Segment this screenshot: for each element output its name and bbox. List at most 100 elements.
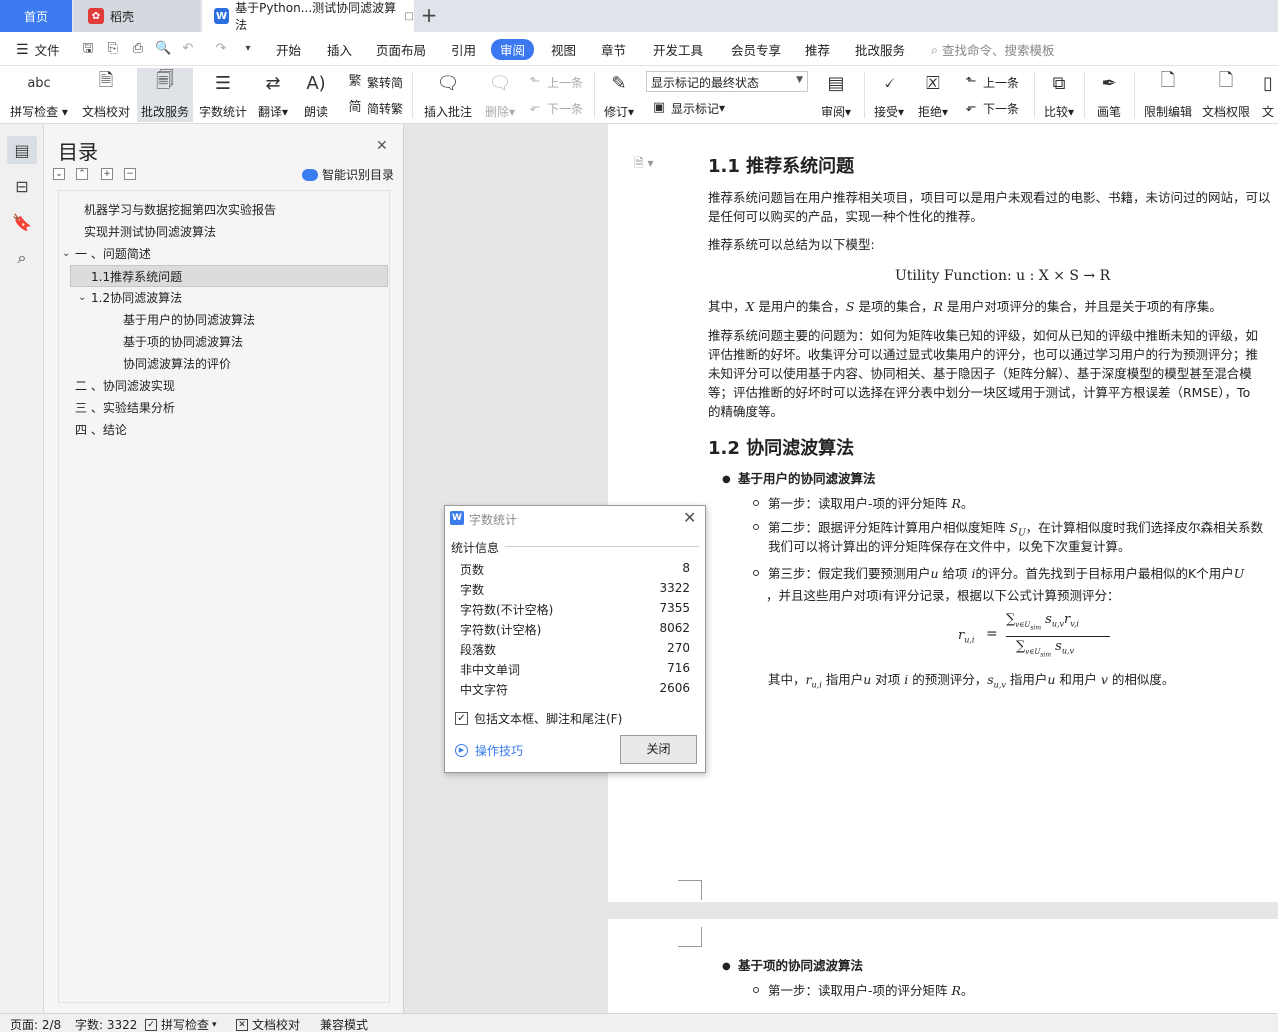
prev-change-button[interactable]: ⬑ 上一条 xyxy=(962,72,1019,92)
prev-comment-button[interactable]: ⬑ 上一条 xyxy=(526,72,583,92)
menu-references[interactable]: 引用 xyxy=(451,40,476,59)
remove-heading-icon[interactable]: − xyxy=(124,168,136,180)
toc-item[interactable]: 基于用户的协同滤波算法 xyxy=(123,309,255,331)
toc-panel-icon[interactable]: ▤ xyxy=(7,136,37,164)
insert-comment-icon: 🗨 xyxy=(436,72,460,94)
collapse-all-icon[interactable]: ⌃ xyxy=(76,168,88,180)
print-icon[interactable]: ⎙ xyxy=(130,41,146,57)
daoke-logo-icon: ✿ xyxy=(88,8,104,24)
doc-permission-button[interactable]: 🗋 文档权限 xyxy=(1198,68,1254,122)
bullet-circle xyxy=(753,570,759,576)
translate-button[interactable]: ⇄ 翻译▾ xyxy=(255,68,291,122)
show-markup-button[interactable]: ▣ 显示标记 ▾ xyxy=(650,98,725,118)
page-corner-mark xyxy=(678,880,702,900)
toc-item[interactable]: 基于项的协同滤波算法 xyxy=(123,331,243,353)
menu-recommend[interactable]: 推荐 xyxy=(805,40,830,59)
read-aloud-button[interactable]: A) 朗读 xyxy=(298,68,334,122)
tab-daoke-label: 稻壳 xyxy=(110,9,135,24)
restrict-edit-button[interactable]: 🗋 限制编辑 xyxy=(1140,68,1196,122)
tab-daoke[interactable]: ✿ 稻壳 xyxy=(74,0,200,32)
divider xyxy=(505,546,699,547)
accept-button[interactable]: 🗸 接受▾ xyxy=(870,68,908,122)
include-footnotes-checkbox[interactable]: ✓ 包括文本框、脚注和尾注(F) xyxy=(455,710,622,727)
menu-file[interactable]: ☰ 文件 xyxy=(16,40,60,59)
expand-all-icon[interactable]: ⌄ xyxy=(53,168,65,180)
chevron-down-icon[interactable]: ⌄ xyxy=(62,248,70,259)
ribbon-separator xyxy=(1034,72,1035,118)
paragraph-style-icon[interactable]: 🗎 ▾ xyxy=(634,154,654,175)
markup-state-select[interactable]: 显示标记的最终状态 ▼ xyxy=(646,71,808,92)
tab-document[interactable]: W 基于Python...测试协同滤波算法 □ xyxy=(202,0,414,32)
word-count-icon: ☰ xyxy=(214,72,232,94)
doc-more-button[interactable]: ▯ 文 xyxy=(1258,68,1278,122)
menu-insert[interactable]: 插入 xyxy=(327,40,352,59)
insert-comment-button[interactable]: 🗨 插入批注 xyxy=(420,68,476,122)
toc-item[interactable]: 四 、结论 xyxy=(75,419,127,441)
reject-button[interactable]: 🗵 拒绝▾ xyxy=(914,68,952,122)
search-icon: ⌕ xyxy=(931,41,939,57)
toc-item[interactable]: 一 、问题简述 xyxy=(75,243,151,265)
undo-icon[interactable]: ↶ xyxy=(180,41,196,57)
next-comment-button[interactable]: ⬐ 下一条 xyxy=(526,98,583,118)
tab-home[interactable]: 首页 xyxy=(0,0,72,32)
spell-check-button[interactable]: abc 拼写检查 ▾ xyxy=(8,68,70,122)
document-page[interactable]: ● 基于项的协同滤波算法 第一步：读取用户-项的评分矩阵 R。 xyxy=(608,919,1278,1013)
close-icon[interactable]: ✕ xyxy=(683,508,696,527)
to-traditional-button[interactable]: 繁繁转简 xyxy=(346,72,403,92)
command-search[interactable]: ⌕ 查找命令、搜索模板 xyxy=(931,40,1055,59)
review-pane-button[interactable]: ▤ 审阅▾ xyxy=(816,68,856,122)
next-change-icon: ⬐ xyxy=(965,100,977,115)
chevron-down-icon[interactable]: ⌄ xyxy=(78,292,86,303)
list-item-continued: ，并且这些用户对项i有评分记录，根据以下公式计算预测评分： xyxy=(766,588,1120,603)
close-icon[interactable]: ✕ xyxy=(376,138,388,154)
menu-page-layout[interactable]: 页面布局 xyxy=(376,40,426,59)
menu-chapter[interactable]: 章节 xyxy=(601,40,626,59)
doc-proof-button[interactable]: 🗎 文档校对 xyxy=(78,68,134,122)
add-heading-icon[interactable]: + xyxy=(101,168,113,180)
redo-icon[interactable]: ↷ xyxy=(213,41,229,57)
save-icon[interactable]: 🖫 xyxy=(80,41,96,57)
document-page[interactable]: 🗎 ▾ 1.1 推荐系统问题 推荐系统问题旨在用户推荐相关项目，项目可以是用户未… xyxy=(608,124,1278,902)
menu-view[interactable]: 视图 xyxy=(551,40,576,59)
next-change-button[interactable]: ⬐ 下一条 xyxy=(962,98,1019,118)
toc-item[interactable]: 实现并测试协同滤波算法 xyxy=(84,221,216,243)
paragraph: 的精确度等。 xyxy=(708,404,784,419)
correction-service-button[interactable]: 🗐 批改服务 xyxy=(137,68,193,122)
toc-item[interactable]: 机器学习与数据挖掘第四次实验报告 xyxy=(84,199,276,221)
customize-toolbar-icon[interactable]: ▾ xyxy=(240,41,256,57)
page-indicator[interactable]: 页面: 2/8 xyxy=(10,1016,61,1032)
print-preview-icon[interactable]: 🔍 xyxy=(155,41,171,57)
chapter-nav-icon[interactable]: ⊟ xyxy=(7,172,37,200)
stat-row: 页数 8 xyxy=(460,561,690,577)
tab-close-icon[interactable]: □ xyxy=(405,11,414,22)
new-tab-button[interactable]: + xyxy=(418,4,440,26)
word-count-indicator[interactable]: 字数: 3322 xyxy=(75,1016,137,1032)
spell-check-status[interactable]: ✓ 拼写检查 ▾ xyxy=(145,1016,217,1032)
export-pdf-icon[interactable]: ⎘ xyxy=(105,41,121,57)
toc-item-selected[interactable]: 1.1推荐系统问题 xyxy=(70,265,388,287)
close-button[interactable]: 关闭 xyxy=(620,735,697,764)
pen-button[interactable]: ✒ 画笔 xyxy=(1090,68,1128,122)
bookmark-icon[interactable]: 🔖 xyxy=(7,208,37,236)
toc-item[interactable]: 二 、协同滤波实现 xyxy=(75,375,175,397)
simplified-icon: 简 xyxy=(348,100,362,115)
word-count-button[interactable]: ☰ 字数统计 xyxy=(197,68,249,122)
toc-item[interactable]: 协同滤波算法的评价 xyxy=(123,353,231,375)
track-changes-button[interactable]: ✎ 修订▾ xyxy=(600,68,638,122)
to-simplified-button[interactable]: 简简转繁 xyxy=(346,98,403,118)
toc-item[interactable]: 1.2协同滤波算法 xyxy=(91,287,182,309)
tips-link[interactable]: ▶ 操作技巧 xyxy=(455,742,523,759)
menu-developer[interactable]: 开发工具 xyxy=(653,40,703,59)
smart-toc-button[interactable]: 智能识别目录 xyxy=(302,166,394,183)
menu-correction[interactable]: 批改服务 xyxy=(855,40,905,59)
menu-review[interactable]: 审阅 xyxy=(491,39,535,60)
search-icon[interactable]: ⌕ xyxy=(7,244,37,272)
paragraph: 评估推断的好坏。收集评分可以通过显式收集用户的评分，也可以通过学习用户的行为预测… xyxy=(708,347,1259,362)
toc-item[interactable]: 三 、实验结果分析 xyxy=(75,397,175,419)
menu-start[interactable]: 开始 xyxy=(276,40,301,59)
delete-comment-button[interactable]: 🗨 删除▾ xyxy=(480,68,520,122)
compare-button[interactable]: ⧉ 比较▾ xyxy=(1040,68,1078,122)
menu-member[interactable]: 会员专享 xyxy=(731,40,781,59)
toc-title: 目录 xyxy=(58,140,98,164)
doc-proof-status[interactable]: ✕ 文档校对 xyxy=(236,1016,300,1032)
